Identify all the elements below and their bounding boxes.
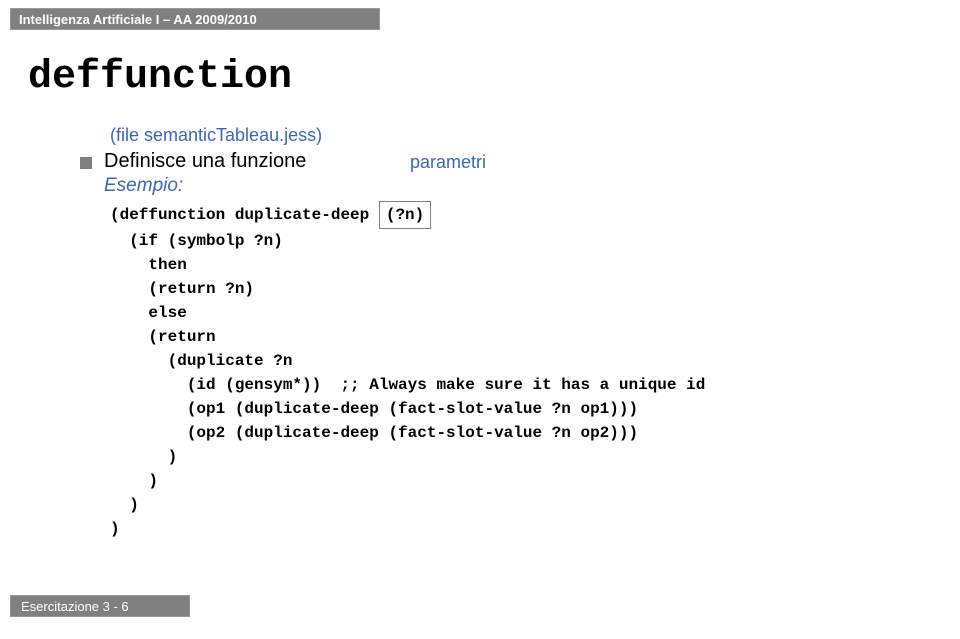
code-l4: (return ?n) bbox=[110, 280, 254, 298]
footer-bar: Esercitazione 3 - 6 bbox=[10, 595, 190, 617]
code-l7: (duplicate ?n bbox=[110, 352, 292, 370]
code-l5: else bbox=[110, 304, 187, 322]
bullet-text: Definisce una funzione bbox=[104, 150, 306, 173]
code-l9: (op1 (duplicate-deep (fact-slot-value ?n… bbox=[110, 400, 638, 418]
header-bar: Intelligenza Artificiale I – AA 2009/201… bbox=[10, 8, 380, 30]
file-line: (file semanticTableau.jess) bbox=[110, 125, 705, 146]
code-l6: (return bbox=[110, 328, 216, 346]
code-l1a: (deffunction duplicate-deep bbox=[110, 206, 379, 224]
code-l2: (if (symbolp ?n) bbox=[110, 232, 283, 250]
param-box: (?n) bbox=[379, 201, 431, 229]
code-l3: then bbox=[110, 256, 187, 274]
square-bullet-icon bbox=[80, 157, 92, 169]
esempio-label: Esempio: bbox=[104, 175, 705, 197]
code-l12: ) bbox=[110, 472, 158, 490]
code-l11: ) bbox=[110, 448, 177, 466]
code-l10: (op2 (duplicate-deep (fact-slot-value ?n… bbox=[110, 424, 638, 442]
code-l13: ) bbox=[110, 496, 139, 514]
slide-title: deffunction bbox=[28, 55, 292, 100]
footer-text: Esercitazione 3 - 6 bbox=[21, 599, 129, 614]
code-block: (deffunction duplicate-deep (?n) (if (sy… bbox=[110, 201, 705, 541]
code-l14: ) bbox=[110, 520, 120, 538]
header-text: Intelligenza Artificiale I – AA 2009/201… bbox=[19, 12, 257, 27]
content-block: (file semanticTableau.jess) Definisce un… bbox=[110, 125, 705, 541]
parametri-label: parametri bbox=[410, 152, 486, 173]
code-l8: (id (gensym*)) ;; Always make sure it ha… bbox=[110, 376, 705, 394]
bullet-line: Definisce una funzione bbox=[80, 150, 705, 173]
